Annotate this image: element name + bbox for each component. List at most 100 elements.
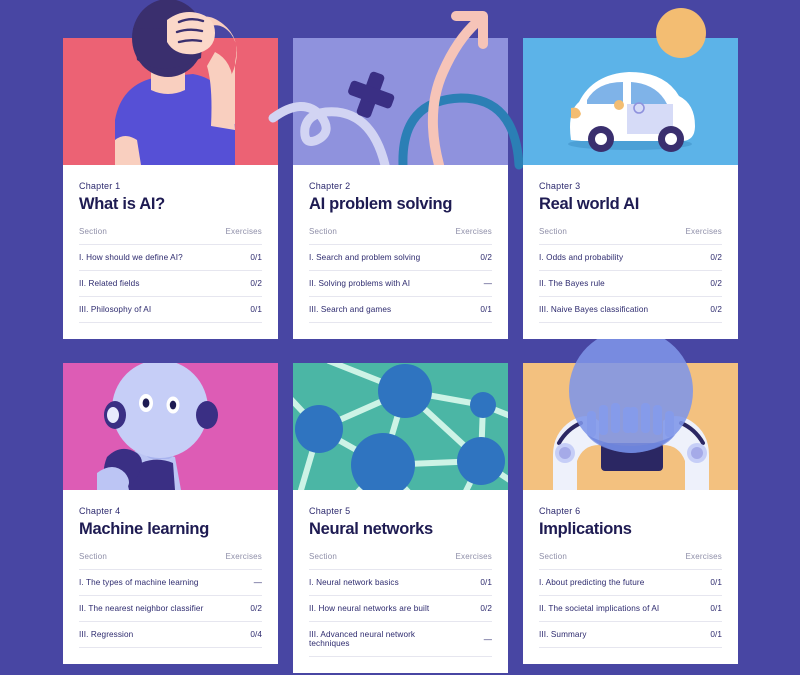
section-exercises: 0/2 xyxy=(455,595,492,622)
chapter-6-media xyxy=(523,329,738,490)
network-node xyxy=(351,433,415,490)
section-exercises: 0/1 xyxy=(455,569,492,596)
section-name: III. Search and games xyxy=(309,296,447,323)
section-name: III. Summary xyxy=(539,621,680,648)
section-exercises: 0/1 xyxy=(214,296,262,323)
section-exercises: 0/1 xyxy=(446,296,492,323)
chapter-label: Chapter 5 xyxy=(309,506,351,516)
chapter-label: Chapter 2 xyxy=(309,181,351,191)
chapter-card-5[interactable]: Chapter 5 Neural networks Section Exerci… xyxy=(293,363,508,674)
section-exercises: 0/1 xyxy=(679,595,722,622)
robot-portrait-illustration xyxy=(97,363,218,490)
sections-table: Section Exercises I. Odds and probabilit… xyxy=(539,227,722,330)
column-header-section: Section xyxy=(79,227,108,237)
chapter-card-6[interactable]: Chapter 6 Implications Section Exercises… xyxy=(523,329,738,665)
section-exercises: 0/1 xyxy=(679,569,722,596)
sections-table: Section Exercises I. The types of machin… xyxy=(79,552,262,655)
section-name: I. Search and problem solving xyxy=(309,244,447,271)
sun-icon xyxy=(656,8,706,58)
person-scratching-head-illustration xyxy=(115,0,237,165)
section-name: I. Odds and probability xyxy=(539,244,677,271)
chapter-label: Chapter 1 xyxy=(79,181,121,191)
table-header-row: Section Exercises xyxy=(309,552,492,570)
sections-table: Section Exercises I. How should we defin… xyxy=(79,227,262,330)
table-row[interactable]: II. Related fields 0/2 xyxy=(79,270,262,297)
chapter-label: Chapter 3 xyxy=(539,181,581,191)
table-row[interactable]: II. The societal implications of AI 0/1 xyxy=(539,595,722,622)
table-row[interactable]: II. The Bayes rule 0/2 xyxy=(539,270,722,297)
section-name: III. Philosophy of AI xyxy=(79,296,215,323)
chapter-title: AI problem solving xyxy=(309,195,453,213)
table-header-row: Section Exercises xyxy=(79,552,262,570)
section-exercises: 0/1 xyxy=(214,244,262,271)
chapter-card-2[interactable]: Chapter 2 AI problem solving Section Exe… xyxy=(268,11,524,340)
chapter-3-body: Chapter 3 Real world AI Section Exercise… xyxy=(523,165,738,340)
table-row[interactable]: I. Odds and probability 0/2 xyxy=(539,244,722,271)
section-name: I. How should we define AI? xyxy=(79,244,215,271)
table-row[interactable]: III. Summary 0/1 xyxy=(539,621,722,648)
chapter-5-body: Chapter 5 Neural networks Section Exerci… xyxy=(293,490,508,674)
section-exercises: 0/2 xyxy=(676,296,722,323)
table-bottom-divider xyxy=(309,656,492,664)
chapter-4-body: Chapter 4 Machine learning Section Exerc… xyxy=(63,490,278,665)
table-row[interactable]: II. The nearest neighbor classifier 0/2 xyxy=(79,595,262,622)
section-exercises: — xyxy=(220,569,262,596)
table-row[interactable]: III. Naive Bayes classification 0/2 xyxy=(539,296,722,323)
table-row[interactable]: I. Neural network basics 0/1 xyxy=(309,569,492,596)
table-header-row: Section Exercises xyxy=(539,227,722,245)
section-exercises: 0/2 xyxy=(676,270,722,297)
chapter-card-grid: Chapter 1 What is AI? Section Exercises … xyxy=(0,0,800,675)
section-exercises: — xyxy=(446,270,492,297)
table-bottom-divider xyxy=(309,322,492,330)
column-header-section: Section xyxy=(539,552,568,562)
table-row[interactable]: I. About predicting the future 0/1 xyxy=(539,569,722,596)
section-name: I. About predicting the future xyxy=(539,569,680,596)
chapter-6-body: Chapter 6 Implications Section Exercises… xyxy=(523,490,738,665)
sections-table: Section Exercises I. Search and problem … xyxy=(309,227,492,330)
column-header-section: Section xyxy=(79,552,108,562)
sections-table: Section Exercises I. About predicting th… xyxy=(539,552,722,655)
section-name: III. Regression xyxy=(79,621,221,648)
chapter-label: Chapter 6 xyxy=(539,506,581,516)
section-exercises: 0/2 xyxy=(446,244,492,271)
table-row[interactable]: III. Advanced neural network techniques … xyxy=(309,621,492,657)
paths-arrow-cross-illustration xyxy=(268,11,524,170)
sections-table: Section Exercises I. Neural network basi… xyxy=(309,552,492,664)
table-row[interactable]: III. Philosophy of AI 0/1 xyxy=(79,296,262,323)
table-row[interactable]: III. Search and games 0/1 xyxy=(309,296,492,323)
chapter-1-body: Chapter 1 What is AI? Section Exercises … xyxy=(63,165,278,340)
column-header-exercises: Exercises xyxy=(685,552,722,562)
chapter-title: Machine learning xyxy=(79,520,209,538)
table-row[interactable]: I. The types of machine learning — xyxy=(79,569,262,596)
section-name: III. Naive Bayes classification xyxy=(539,296,677,323)
column-header-exercises: Exercises xyxy=(455,552,492,562)
table-row[interactable]: III. Regression 0/4 xyxy=(79,621,262,648)
table-row[interactable]: II. How neural networks are built 0/2 xyxy=(309,595,492,622)
chapter-2-media xyxy=(268,11,524,170)
table-header-row: Section Exercises xyxy=(539,552,722,570)
table-row[interactable]: I. Search and problem solving 0/2 xyxy=(309,244,492,271)
section-name: II. How neural networks are built xyxy=(309,595,456,622)
table-row[interactable]: I. How should we define AI? 0/1 xyxy=(79,244,262,271)
section-name: II. Related fields xyxy=(79,270,215,297)
table-bottom-divider xyxy=(539,322,722,330)
section-name: II. The societal implications of AI xyxy=(539,595,680,622)
crystal-ball-icon xyxy=(569,329,693,453)
chapter-2-body: Chapter 2 AI problem solving Section Exe… xyxy=(293,165,508,340)
chapter-card-1[interactable]: Chapter 1 What is AI? Section Exercises … xyxy=(63,0,278,340)
network-node xyxy=(378,364,432,418)
section-name: II. Solving problems with AI xyxy=(309,270,447,297)
chapter-3-media xyxy=(523,8,738,165)
section-exercises: 0/1 xyxy=(679,621,722,648)
table-header-row: Section Exercises xyxy=(79,227,262,245)
column-header-exercises: Exercises xyxy=(455,227,492,237)
chapter-card-3[interactable]: Chapter 3 Real world AI Section Exercise… xyxy=(523,8,738,340)
section-exercises: 0/2 xyxy=(214,270,262,297)
column-header-section: Section xyxy=(309,552,338,562)
section-name: II. The Bayes rule xyxy=(539,270,677,297)
chapter-card-4[interactable]: Chapter 4 Machine learning Section Exerc… xyxy=(63,363,278,665)
chapter-title: What is AI? xyxy=(79,195,165,213)
table-row[interactable]: II. Solving problems with AI — xyxy=(309,270,492,297)
self-driving-car-illustration xyxy=(568,8,706,152)
section-name: I. The types of machine learning xyxy=(79,569,221,596)
